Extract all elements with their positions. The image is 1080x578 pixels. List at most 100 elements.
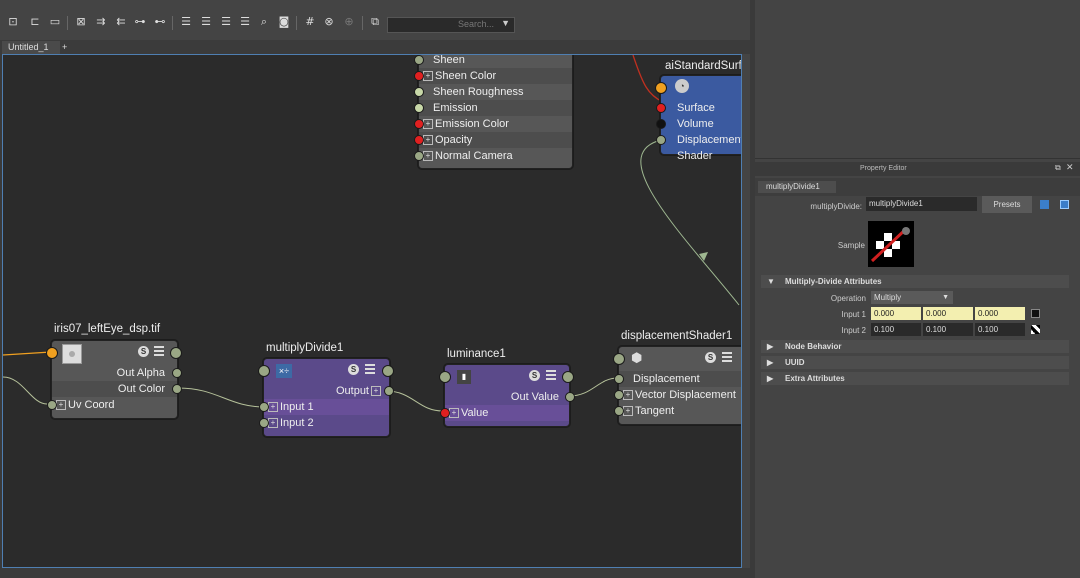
hide-attributes-icon[interactable]: ⊷ (153, 16, 167, 28)
node-name-field[interactable]: multiplyDivide1 (866, 197, 977, 211)
input-port[interactable] (439, 371, 451, 383)
input-port[interactable] (414, 87, 424, 97)
float-icon[interactable]: ⧉ (1055, 163, 1061, 173)
show-connected-icon[interactable]: ☰ (179, 16, 193, 28)
input-port[interactable] (258, 365, 270, 377)
operation-label: Operation (830, 294, 866, 303)
input-port[interactable] (440, 408, 450, 418)
copy-tab-icon[interactable] (1060, 200, 1069, 209)
search-input[interactable]: Search... ▼ (387, 17, 515, 33)
output-port[interactable] (384, 386, 394, 396)
output-port[interactable] (172, 368, 182, 378)
input-port[interactable] (47, 400, 57, 410)
expand-icon[interactable]: + (371, 386, 381, 396)
output-port[interactable] (172, 384, 182, 394)
standard-surface-node[interactable]: Sheen + Sheen Color Sheen Roughness Emiss… (414, 55, 573, 169)
section-multiply-divide-attributes[interactable]: ▼ Multiply-Divide Attributes (761, 275, 1069, 288)
input-port[interactable] (656, 103, 666, 113)
input-port[interactable] (46, 347, 58, 359)
frame-all-icon[interactable]: ⊡ (6, 16, 20, 28)
expand-icon[interactable]: + (268, 402, 278, 412)
menu-icon[interactable] (154, 346, 164, 356)
grid-toggle-icon[interactable]: # (303, 16, 317, 28)
input-port[interactable] (614, 390, 624, 400)
node-graph-canvas[interactable]: Sheen + Sheen Color Sheen Roughness Emiss… (2, 54, 742, 568)
tab-untitled[interactable]: Untitled_1 (2, 41, 60, 54)
attr-normal-camera: + Normal Camera (419, 148, 572, 164)
attr-out-value: Out Value (445, 389, 569, 405)
input-port[interactable] (656, 135, 666, 145)
tab-multiplydivide[interactable]: multiplyDivide1 (758, 181, 836, 193)
graph-downstream-icon[interactable]: ⊠ (74, 16, 88, 28)
show-custom-icon[interactable]: ☰ (199, 16, 213, 28)
output-port[interactable] (382, 365, 394, 377)
section-uuid[interactable]: ▶ UUID (761, 356, 1069, 369)
multiply-divide-node[interactable]: ×÷ S Output + + Input 1 + Input 2 (258, 358, 394, 437)
menu-icon[interactable] (546, 370, 556, 380)
connection-nav-icon[interactable] (1031, 309, 1040, 318)
menu-icon[interactable] (722, 352, 732, 362)
input-port[interactable] (613, 353, 625, 365)
input-port[interactable] (414, 151, 424, 161)
input-port[interactable] (414, 119, 424, 129)
expand-icon[interactable]: + (423, 119, 433, 129)
s-badge-icon[interactable]: S (348, 364, 359, 375)
add-selected-icon[interactable]: ⧉ (368, 16, 382, 28)
input-port[interactable] (414, 103, 424, 113)
pin-icon[interactable]: ⊕ (342, 16, 356, 28)
s-badge-icon[interactable]: S (138, 346, 149, 357)
search-attributes-icon[interactable]: ⌕ (257, 16, 271, 28)
expand-icon[interactable]: + (423, 71, 433, 81)
graph-both-icon[interactable]: ⇉ (94, 16, 108, 28)
expand-icon[interactable]: + (268, 418, 278, 428)
layout-icon[interactable]: ☰ (238, 16, 252, 28)
select-node-icon[interactable]: ◙ (277, 16, 291, 28)
chevron-down-icon[interactable]: ▼ (501, 18, 510, 28)
expand-icon[interactable]: + (623, 390, 633, 400)
output-port[interactable] (565, 392, 575, 402)
clear-graph-icon[interactable]: ⊶ (133, 16, 147, 28)
input2-x-field[interactable]: 0.100 (871, 323, 921, 336)
input-port[interactable] (414, 71, 424, 81)
expand-icon[interactable]: + (449, 408, 459, 418)
output-port[interactable] (562, 371, 574, 383)
input-port[interactable] (655, 82, 667, 94)
output-port[interactable] (170, 347, 182, 359)
menu-icon[interactable] (365, 364, 375, 374)
input2-z-field[interactable]: 0.100 (975, 323, 1025, 336)
input1-x-field[interactable]: 0.000 (871, 307, 921, 320)
section-node-behavior[interactable]: ▶ Node Behavior (761, 340, 1069, 353)
displacement-shader-node[interactable]: ⬢ S Displacement + Vector Displacement + T… (613, 346, 741, 425)
remove-selected-icon[interactable]: ⇇ (114, 16, 128, 28)
input1-y-field[interactable]: 0.000 (923, 307, 973, 320)
s-badge-icon[interactable]: S (705, 352, 716, 363)
expand-icon[interactable]: + (56, 400, 66, 410)
input-port[interactable] (656, 119, 666, 129)
checker-map-icon[interactable] (1031, 325, 1040, 334)
input-port[interactable] (614, 406, 624, 416)
graph-upstream-icon[interactable]: ▭ (48, 16, 62, 28)
input-port[interactable] (414, 135, 424, 145)
expand-icon[interactable]: + (623, 406, 633, 416)
input1-z-field[interactable]: 0.000 (975, 307, 1025, 320)
expand-icon[interactable]: + (423, 151, 433, 161)
frame-selection-icon[interactable]: ⊏ (28, 16, 42, 28)
focus-icon[interactable] (1040, 200, 1049, 209)
close-icon[interactable]: ✕ (1066, 162, 1074, 173)
file-texture-node[interactable]: S Out Alpha Out Color + Uv Coord (46, 340, 182, 419)
input2-y-field[interactable]: 0.100 (923, 323, 973, 336)
ai-standard-surface-node[interactable]: ◔ Surface Shader Volume Shader Displacem… (655, 75, 741, 162)
section-extra-attributes[interactable]: ▶ Extra Attributes (761, 372, 1069, 385)
presets-button[interactable]: Presets (982, 196, 1032, 213)
input-port[interactable] (414, 55, 424, 65)
add-tab-button[interactable]: + (62, 41, 74, 54)
s-badge-icon[interactable]: S (529, 370, 540, 381)
snap-to-grid-icon[interactable]: ⊗ (322, 16, 336, 28)
show-all-icon[interactable]: ☰ (219, 16, 233, 28)
input-port[interactable] (259, 418, 269, 428)
operation-dropdown[interactable]: Multiply ▼ (871, 291, 953, 304)
expand-icon[interactable]: + (423, 135, 433, 145)
input-port[interactable] (614, 374, 624, 384)
input-port[interactable] (259, 402, 269, 412)
luminance-node[interactable]: ▮ S Out Value + Value (439, 364, 575, 427)
